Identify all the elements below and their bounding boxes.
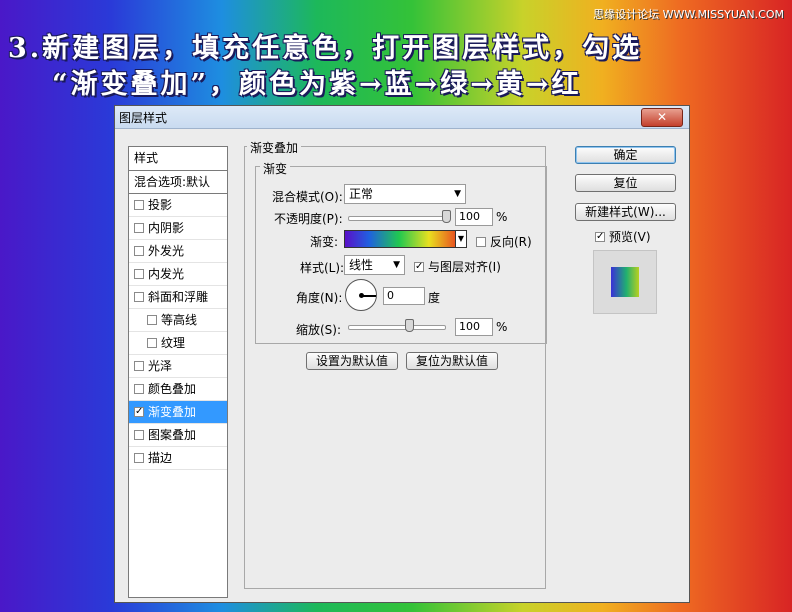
layer-style-dialog: 图层样式 ✕ 样式 混合选项:默认 投影内阴影外发光内发光斜面和浮雕等高线纹理光… (114, 105, 690, 603)
style-item-label: 纹理 (161, 336, 186, 350)
style-item-label: 内发光 (148, 267, 185, 281)
opacity-slider[interactable] (348, 216, 450, 221)
watermark: 思缘设计论坛 WWW.MISSYUAN.COM (593, 8, 784, 21)
style-label: 样式(L): (300, 261, 345, 275)
style-item-checkbox[interactable] (134, 222, 144, 233)
style-item-checkbox[interactable] (134, 383, 144, 394)
styles-header[interactable]: 样式 (129, 147, 227, 171)
style-item[interactable]: 外发光 (129, 240, 227, 263)
style-item[interactable]: 光泽 (129, 355, 227, 378)
style-item[interactable]: 等高线 (129, 309, 227, 332)
style-item[interactable]: ✓ 渐变叠加 (129, 401, 227, 424)
dialog-title: 图层样式 (119, 111, 168, 125)
scale-input[interactable]: 100 (455, 318, 493, 336)
style-item-checkbox[interactable] (134, 291, 144, 302)
caption-line-2: “渐变叠加”，颜色为紫→蓝→绿→黄→红 (52, 69, 582, 100)
gradient-subgroup-title: 渐变 (260, 160, 291, 177)
blend-mode-select[interactable]: 正常 ▼ (344, 184, 466, 204)
style-item-checkbox[interactable] (134, 429, 144, 440)
blend-mode-value: 正常 (349, 187, 374, 201)
style-item-label: 投影 (148, 198, 173, 212)
preview-thumbnail (593, 250, 657, 314)
gradient-swatch[interactable] (344, 230, 466, 248)
reset-default-button[interactable]: 复位为默认值 (406, 352, 498, 370)
blend-options-item[interactable]: 混合选项:默认 (129, 171, 227, 194)
style-item[interactable]: 投影 (129, 194, 227, 217)
style-item-label: 斜面和浮雕 (148, 290, 209, 304)
reverse-checkbox-box[interactable] (476, 236, 486, 247)
style-item[interactable]: 斜面和浮雕 (129, 286, 227, 309)
new-style-button[interactable]: 新建样式(W)... (575, 203, 676, 221)
style-item[interactable]: 图案叠加 (129, 424, 227, 447)
style-item-checkbox[interactable] (147, 337, 157, 348)
ok-button[interactable]: 确定 (575, 146, 676, 164)
dialog-titlebar[interactable]: 图层样式 ✕ (115, 106, 689, 129)
set-default-button[interactable]: 设置为默认值 (306, 352, 398, 370)
scale-slider-thumb[interactable] (405, 319, 414, 332)
style-item[interactable]: 颜色叠加 (129, 378, 227, 401)
style-select[interactable]: 线性 ▼ (344, 255, 405, 275)
opacity-slider-thumb[interactable] (442, 210, 451, 223)
blend-mode-label: 混合模式(O): (272, 190, 343, 204)
preview-swatch (611, 267, 639, 297)
style-item-label: 描边 (148, 451, 173, 465)
opacity-label: 不透明度(P): (274, 212, 343, 226)
chevron-down-icon: ▼ (393, 260, 400, 270)
style-item-checkbox[interactable] (134, 360, 144, 371)
style-item-checkbox[interactable] (134, 199, 144, 210)
gradient-picker-arrow[interactable]: ▼ (455, 230, 467, 248)
angle-center (359, 293, 364, 298)
style-item-label: 图案叠加 (148, 428, 197, 442)
style-item[interactable]: 内阴影 (129, 217, 227, 240)
chevron-down-icon: ▼ (454, 189, 461, 199)
opacity-percent: % (496, 210, 508, 224)
scale-percent: % (496, 320, 508, 334)
gradient-label: 渐变: (310, 235, 339, 249)
style-item-checkbox[interactable] (147, 314, 157, 325)
style-value: 线性 (349, 258, 374, 272)
reverse-checkbox[interactable]: 反向(R) (476, 233, 532, 250)
style-item-checkbox[interactable] (134, 452, 144, 463)
preview-checkbox[interactable]: ✓ 预览(V) (595, 228, 651, 245)
angle-unit: 度 (428, 291, 441, 305)
preview-label: 预览(V) (609, 230, 651, 244)
scale-slider[interactable] (348, 325, 446, 330)
style-item-checkbox[interactable]: ✓ (134, 406, 144, 417)
style-item-label: 等高线 (161, 313, 198, 327)
opacity-input[interactable]: 100 (455, 208, 493, 226)
align-with-layer-checkbox[interactable]: ✓ 与图层对齐(I) (414, 258, 501, 275)
style-item-checkbox[interactable] (134, 245, 144, 256)
style-item[interactable]: 描边 (129, 447, 227, 470)
caption-line-1: 3.新建图层，填充任意色，打开图层样式，勾选 (8, 33, 643, 64)
scale-label: 缩放(S): (296, 323, 342, 337)
style-item-label: 外发光 (148, 244, 185, 258)
close-button[interactable]: ✕ (641, 108, 683, 127)
preview-checkbox-box[interactable]: ✓ (595, 231, 605, 242)
style-item-label: 光泽 (148, 359, 173, 373)
angle-label: 角度(N): (296, 291, 343, 305)
align-label: 与图层对齐(I) (428, 260, 501, 274)
style-item-label: 渐变叠加 (148, 405, 197, 419)
reset-button[interactable]: 复位 (575, 174, 676, 192)
style-item[interactable]: 纹理 (129, 332, 227, 355)
angle-dial[interactable] (345, 279, 377, 311)
style-item-checkbox[interactable] (134, 268, 144, 279)
style-item[interactable]: 内发光 (129, 263, 227, 286)
reverse-label: 反向(R) (490, 235, 532, 249)
align-checkbox-box[interactable]: ✓ (414, 261, 424, 272)
gradient-overlay-title: 渐变叠加 (247, 139, 302, 156)
style-item-label: 颜色叠加 (148, 382, 197, 396)
angle-input[interactable]: 0 (383, 287, 425, 305)
styles-list: 样式 混合选项:默认 投影内阴影外发光内发光斜面和浮雕等高线纹理光泽颜色叠加 ✓ 渐… (128, 146, 228, 598)
style-item-label: 内阴影 (148, 221, 185, 235)
